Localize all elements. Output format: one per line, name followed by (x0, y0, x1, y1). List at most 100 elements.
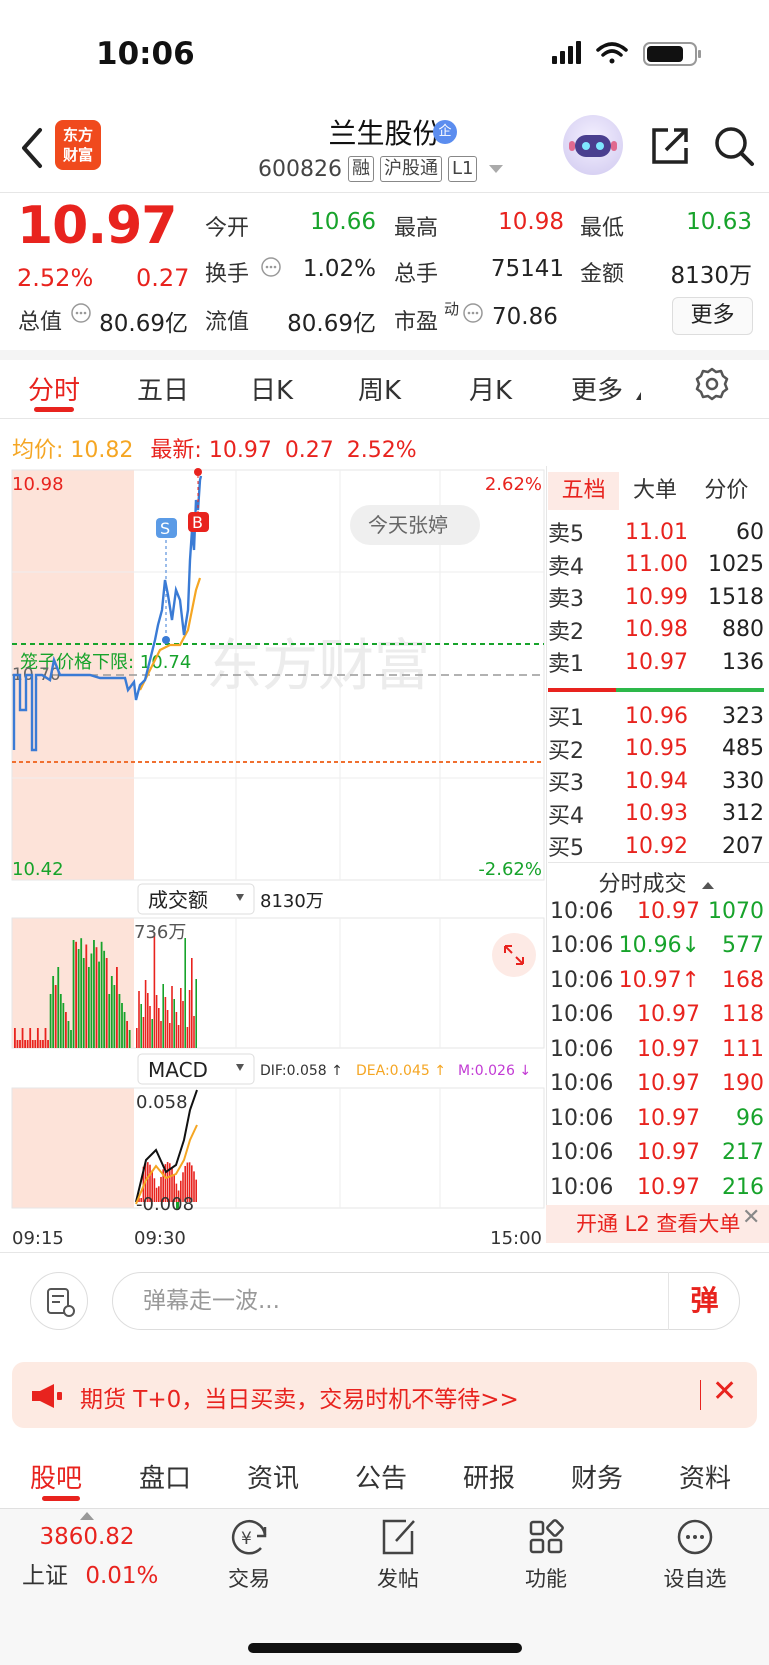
macd-dea: DEA:0.045 ↑ (356, 1063, 446, 1079)
volume-bar (113, 985, 116, 1048)
volume-bar (49, 994, 52, 1048)
note-bubble-text: 今天张婷 (368, 513, 448, 537)
pe-superscript: 动 (444, 300, 460, 318)
ask-row[interactable]: 卖4 11.00 1025 (548, 549, 764, 581)
index-ticker[interactable]: 3860.82 上证 0.01% (22, 1524, 158, 1590)
tab-pankou[interactable]: 盘口 (139, 1458, 191, 1495)
volume-bar (128, 1030, 131, 1048)
document-icon (47, 1288, 75, 1317)
tick-price: 10.97 (637, 1105, 700, 1131)
megaphone-icon (32, 1384, 62, 1408)
close-icon[interactable]: ✕ (742, 1205, 760, 1230)
tab-big-order[interactable]: 大单 (619, 472, 690, 510)
change-amount: 0.27 (136, 264, 190, 292)
volume-bar (75, 941, 77, 1048)
tab-five-level[interactable]: 五档 (548, 472, 620, 510)
more-button[interactable]: 更多 (672, 297, 753, 335)
tab-finance[interactable]: 财务 (571, 1458, 623, 1495)
nav-functions[interactable]: 功能 (491, 1515, 601, 1593)
comment-list-button[interactable] (30, 1272, 88, 1330)
status-time: 10:06 (96, 36, 195, 72)
bid-volume: 323 (722, 703, 764, 729)
tab-five-day[interactable]: 五日 (137, 370, 189, 407)
bid-row[interactable]: 买1 10.96 323 (548, 700, 764, 732)
ask-row[interactable]: 卖2 10.98 880 (548, 614, 764, 646)
tab-research[interactable]: 研报 (463, 1458, 515, 1495)
volume-bar (29, 1028, 32, 1048)
stock-code-line[interactable]: 600826 融 沪股通 L1 (258, 156, 504, 182)
tab-daily-k[interactable]: 日K (250, 370, 293, 407)
tab-more[interactable]: 更多 (571, 370, 623, 407)
nav-add-watchlist-label: 设自选 (663, 1567, 727, 1591)
bid-price: 10.95 (625, 736, 688, 761)
nav-trade[interactable]: ¥ 交易 (194, 1515, 304, 1593)
tab-weekly-k[interactable]: 周K (358, 370, 401, 407)
close-icon[interactable]: ✕ (712, 1374, 737, 1409)
nav-add-watchlist[interactable]: 设自选 (640, 1515, 750, 1593)
volume-bar (34, 1040, 37, 1048)
volume-bar (77, 949, 80, 1048)
expand-button[interactable] (492, 933, 536, 977)
ask-price: 10.98 (625, 617, 688, 642)
tab-guba[interactable]: 股吧 (30, 1458, 82, 1495)
tab-announcements[interactable]: 公告 (355, 1458, 407, 1495)
bid-row[interactable]: 买2 10.95 485 (548, 733, 764, 765)
tick-row: 10:06 10.97 96 (550, 1101, 764, 1135)
tab-profile[interactable]: 资料 (679, 1458, 731, 1495)
tab-intraday[interactable]: 分时 (28, 370, 80, 407)
settings-icon[interactable] (694, 366, 730, 402)
volume-max-label: 736万 (134, 922, 186, 943)
nav-post-label: 发帖 (377, 1567, 419, 1591)
volume-bar (184, 938, 186, 1048)
tab-price-distribution[interactable]: 分价 (691, 472, 762, 510)
bid-row[interactable]: 买3 10.94 330 (548, 765, 764, 797)
bid-row[interactable]: 买5 10.92 207 (548, 830, 764, 862)
battery-icon (643, 42, 701, 66)
danmu-send-button[interactable]: 弹 (668, 1272, 740, 1330)
assistant-avatar[interactable] (563, 115, 623, 175)
l2-upgrade-banner[interactable]: 开通 L2 查看大单 (546, 1205, 769, 1243)
intraday-chart[interactable]: 东方财富 笼子价格下限: 10.74 10.70 今天张婷 B S 10.98 … (0, 460, 546, 1260)
home-indicator (248, 1643, 522, 1653)
volume-bar (182, 1001, 184, 1048)
enterprise-badge: 企 (433, 120, 457, 144)
ask-price: 10.97 (625, 649, 688, 675)
bid-level-label: 买3 (548, 771, 584, 796)
share-icon[interactable] (648, 124, 692, 168)
ask-row[interactable]: 卖3 10.99 1518 (548, 581, 764, 613)
bid-ratio-bar (616, 688, 764, 692)
ask-ratio-bar (548, 688, 616, 692)
tab-news[interactable]: 资讯 (247, 1458, 299, 1495)
bid-row[interactable]: 买4 10.93 312 (548, 798, 764, 830)
volume-bar (180, 988, 182, 1048)
order-book-tabs: 五档 大单 分价 (548, 472, 762, 510)
info-icon[interactable] (462, 302, 484, 324)
tick-row: 10:06 10.97 111 (550, 1032, 764, 1066)
promo-text[interactable]: 期货 T+0，当日买卖，交易时机不等待>> (80, 1380, 519, 1414)
volume-bar (103, 950, 106, 1048)
info-icon[interactable] (260, 256, 282, 278)
time-label-open: 09:30 (134, 1228, 186, 1249)
volume-bar (191, 958, 193, 1048)
info-icon[interactable] (70, 302, 92, 324)
more-caret-icon (636, 392, 641, 400)
nav-post[interactable]: 发帖 (343, 1515, 453, 1593)
turnover-label: 换手 (205, 262, 250, 287)
danmu-input[interactable]: 弹幕走一波... (112, 1272, 740, 1330)
volume-bar (52, 976, 55, 1048)
tabs-divider (0, 418, 769, 419)
volume-bar (42, 1040, 44, 1048)
volume-bar (166, 1010, 169, 1048)
tick-volume: 118 (722, 1002, 764, 1027)
open-value: 10.66 (310, 209, 376, 235)
tab-monthly-k[interactable]: 月K (469, 370, 512, 407)
ask-level-label: 卖3 (548, 587, 584, 612)
volume-bar (62, 1003, 65, 1048)
ask-row[interactable]: 卖1 10.97 136 (548, 646, 764, 678)
volume-bar (87, 967, 90, 1048)
ask-row[interactable]: 卖5 11.01 60 (548, 516, 764, 548)
tick-time: 10:06 (550, 1105, 614, 1131)
tick-price: 10.97 (637, 1140, 700, 1165)
ask-volume: 1518 (708, 584, 764, 610)
search-icon[interactable] (712, 124, 756, 168)
